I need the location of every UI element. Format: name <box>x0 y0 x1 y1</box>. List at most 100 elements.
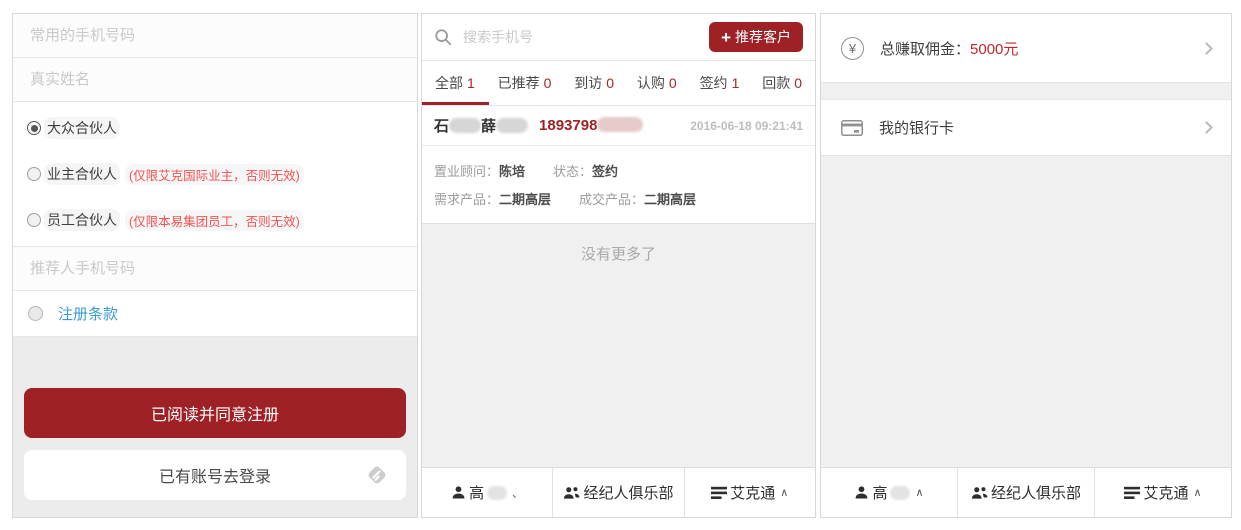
radio-label: 业主合伙人 <box>44 163 120 185</box>
tab-label: 到访 <box>574 75 602 91</box>
bottom-tabbar: 高 、 经纪人俱乐部 艾克通 ∧ <box>422 467 815 517</box>
phone-input[interactable] <box>28 26 402 45</box>
commission-label-text: 总赚取佣金： <box>880 41 970 58</box>
search-bar: + 推荐客户 <box>422 14 815 61</box>
search-icon <box>434 28 452 46</box>
privacy-blur <box>496 118 528 133</box>
customer-list-panel: + 推荐客户 全部1 已推荐0 到访0 认购0 签约1 回款0 石薛 <box>421 13 816 518</box>
bottom-tabbar: 高 ∧ 经纪人俱乐部 艾克通 ∧ <box>821 467 1231 517</box>
active-tab-underline <box>422 102 489 105</box>
radio-note: (仅限本易集团员工，否则无效) <box>125 210 304 231</box>
tabbar-item-broker-club[interactable]: 经纪人俱乐部 <box>552 468 683 517</box>
chevron-right-icon <box>1200 121 1213 134</box>
tab-repaid[interactable]: 回款0 <box>762 73 802 93</box>
radio-label: 员工合伙人 <box>44 209 120 231</box>
search-input[interactable] <box>461 28 709 46</box>
tabbar-club-label: 经纪人俱乐部 <box>583 482 673 503</box>
recommend-customer-button[interactable]: + 推荐客户 <box>709 22 803 52</box>
tab-count: 0 <box>669 75 677 91</box>
tabbar-item-broker-club[interactable]: 经纪人俱乐部 <box>957 468 1094 517</box>
tabbar-app-label: 艾克通 <box>1143 482 1188 503</box>
chevron-up-icon: ∧ <box>915 486 923 499</box>
customer-surname: 薛 <box>481 118 496 135</box>
tab-label: 认购 <box>637 75 665 91</box>
tab-count: 1 <box>467 75 475 91</box>
chevron-up-icon: ∧ <box>1193 486 1201 499</box>
status-value: 签约 <box>592 164 618 179</box>
privacy-blur <box>890 486 910 500</box>
tab-recommended[interactable]: 已推荐0 <box>498 73 552 93</box>
radio-icon[interactable] <box>27 167 41 181</box>
customer-details: 置业顾问：陈培状态：签约 需求产品：二期高层成交产品：二期高层 <box>422 146 815 223</box>
login-button[interactable]: 已有账号去登录 <box>24 450 406 500</box>
referrer-field-row <box>13 247 417 291</box>
radio-row-public-partner[interactable]: 大众合伙人 <box>13 105 417 151</box>
tab-count: 0 <box>794 75 802 91</box>
customer-timestamp: 2016-06-18 09:21:41 <box>690 119 803 133</box>
tab-label: 已推荐 <box>498 75 540 91</box>
recommend-customer-label: 推荐客户 <box>735 27 791 47</box>
person-icon <box>451 485 466 500</box>
detail-line: 需求产品：二期高层成交产品：二期高层 <box>434 189 803 208</box>
phone-prefix: 1893798 <box>539 117 597 134</box>
radio-icon[interactable] <box>27 213 41 227</box>
person-icon <box>854 485 869 500</box>
bank-card-label: 我的银行卡 <box>879 117 954 138</box>
login-button-label: 已有账号去登录 <box>159 463 271 487</box>
chevron-right-icon <box>1200 42 1213 55</box>
tabbar-user-label: 高 <box>872 482 887 503</box>
bank-card-row[interactable]: 我的银行卡 <box>821 99 1231 156</box>
tab-count: 1 <box>732 75 740 91</box>
privacy-blur <box>487 486 507 500</box>
radio-row-staff-partner[interactable]: 员工合伙人 (仅限本易集团员工，否则无效) <box>13 197 417 243</box>
go-login-diamond-icon <box>362 460 392 490</box>
commission-label: 总赚取佣金：5000元 <box>880 38 1018 59</box>
commission-row[interactable]: ¥ 总赚取佣金：5000元 <box>821 14 1231 83</box>
register-panel: 大众合伙人 业主合伙人 (仅限艾克国际业主，否则无效) 员工合伙人 (仅限本易集… <box>12 13 418 518</box>
plus-icon: + <box>721 29 731 46</box>
tabbar-item-profile[interactable]: 高 、 <box>422 468 552 517</box>
tabbar-app-label: 艾克通 <box>730 482 775 503</box>
detail-line: 置业顾问：陈培状态：签约 <box>434 161 803 180</box>
terms-radio[interactable] <box>28 306 43 321</box>
radio-row-owner-partner[interactable]: 业主合伙人 (仅限艾克国际业主，否则无效) <box>13 151 417 197</box>
tabbar-item-app-menu[interactable]: 艾克通 ∧ <box>1094 468 1231 517</box>
account-panel: ¥ 总赚取佣金：5000元 我的银行卡 高 ∧ <box>820 13 1232 518</box>
tab-subscribed[interactable]: 认购0 <box>637 73 677 93</box>
group-icon <box>563 485 580 500</box>
register-button[interactable]: 已阅读并同意注册 <box>24 388 406 438</box>
partner-type-group: 大众合伙人 业主合伙人 (仅限艾克国际业主，否则无效) 员工合伙人 (仅限本易集… <box>13 102 417 247</box>
tab-visited[interactable]: 到访0 <box>574 73 614 93</box>
group-icon <box>971 485 988 500</box>
tabbar-item-profile[interactable]: 高 ∧ <box>821 468 957 517</box>
tab-count: 0 <box>606 75 614 91</box>
privacy-blur <box>597 117 643 132</box>
status-label: 状态： <box>553 164 592 179</box>
caret-icon: 、 <box>512 485 523 501</box>
list-lines-icon <box>1124 486 1140 500</box>
terms-link[interactable]: 注册条款 <box>58 303 118 324</box>
tabbar-item-app-menu[interactable]: 艾克通 ∧ <box>684 468 815 517</box>
deal-value: 二期高层 <box>644 192 696 207</box>
list-lines-icon <box>711 486 727 500</box>
customer-surname: 石 <box>434 118 449 135</box>
radio-note: (仅限艾克国际业主，否则无效) <box>125 164 304 185</box>
demand-label: 需求产品： <box>434 192 499 207</box>
referrer-phone-input[interactable] <box>28 259 402 278</box>
demand-value: 二期高层 <box>499 192 551 207</box>
tab-all[interactable]: 全部1 <box>435 73 475 93</box>
tab-label: 全部 <box>435 75 463 91</box>
tab-signed[interactable]: 签约1 <box>700 73 740 93</box>
customer-list-item[interactable]: 石薛 1893798 2016-06-18 09:21:41 置业顾问：陈培状态… <box>422 106 815 224</box>
radio-selected-icon[interactable] <box>27 121 41 135</box>
customer-header: 石 薛 1893798 2016-06-18 09:21:41 <box>422 106 815 146</box>
realname-input[interactable] <box>28 70 402 89</box>
commission-value: 5000元 <box>970 41 1018 58</box>
status-filter-tabs: 全部1 已推荐0 到访0 认购0 签约1 回款0 <box>422 61 815 106</box>
yen-circle-icon: ¥ <box>841 37 864 60</box>
phone-field-row <box>13 14 417 58</box>
privacy-blur <box>449 118 481 133</box>
chevron-up-icon: ∧ <box>780 486 788 499</box>
advisor-value: 陈培 <box>499 164 525 179</box>
customer-phone: 1893798 <box>539 117 643 134</box>
